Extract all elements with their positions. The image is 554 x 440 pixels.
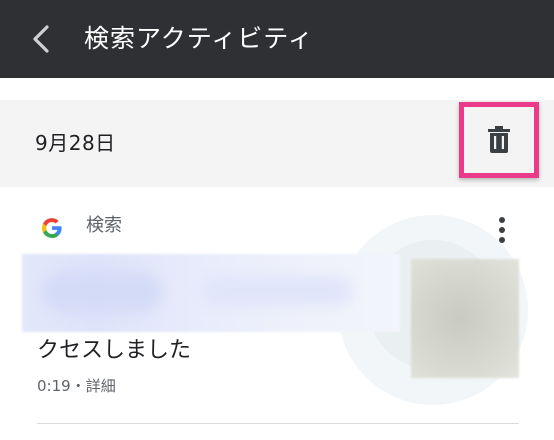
activity-card[interactable]: 検索 クセスしました 0:19・詳細: [0, 187, 554, 440]
blurred-query-text: [22, 254, 400, 332]
activity-time: 0:19: [37, 377, 71, 395]
activity-meta: 0:19・詳細: [37, 374, 116, 398]
chevron-left-icon: [33, 25, 49, 53]
activity-title[interactable]: クセスしました: [37, 335, 191, 367]
divider: [37, 423, 519, 424]
date-group-header: 9月28日: [0, 100, 554, 187]
more-vert-icon-dot: [499, 237, 505, 243]
details-link[interactable]: 詳細: [86, 377, 116, 395]
blurred-thumbnail: [411, 259, 519, 378]
trash-icon: [488, 126, 510, 153]
source-label: 検索: [86, 215, 122, 236]
app-bar: 検索アクティビティ: [0, 0, 554, 78]
delete-day-button[interactable]: [459, 102, 539, 178]
date-label: 9月28日: [35, 131, 116, 155]
app-root: 検索アクティビティ 9月28日 検索 クセスしました 0:19・詳細: [0, 0, 554, 440]
meta-separator: ・: [70, 377, 86, 395]
more-options-button[interactable]: [488, 213, 516, 247]
spacer: [0, 78, 554, 100]
back-button[interactable]: [22, 20, 60, 58]
google-g-icon: [41, 218, 62, 239]
more-vert-icon: [499, 217, 505, 223]
page-title: 検索アクティビティ: [84, 24, 314, 53]
more-vert-icon-dot: [499, 227, 505, 233]
